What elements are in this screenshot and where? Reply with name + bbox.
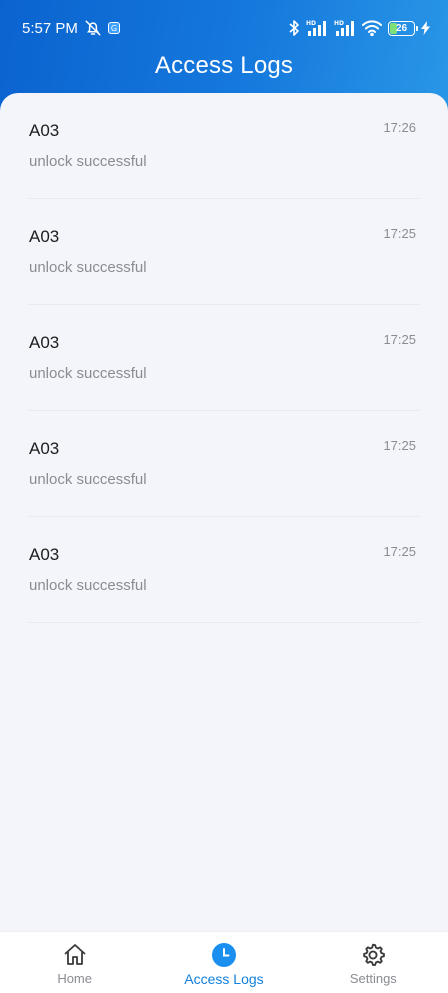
network-label-2: HD xyxy=(334,20,344,27)
tab-home-label: Home xyxy=(57,971,92,986)
log-time: 17:25 xyxy=(383,438,416,453)
log-time: 17:25 xyxy=(383,332,416,347)
gear-icon xyxy=(360,942,386,968)
log-time: 17:25 xyxy=(383,544,416,559)
tab-home[interactable]: Home xyxy=(0,932,149,993)
list-item[interactable]: A03 17:26 unlock successful xyxy=(29,93,419,199)
tab-access-logs-label: Access Logs xyxy=(184,971,264,987)
page-title: Access Logs xyxy=(154,52,294,79)
log-door: A03 xyxy=(29,333,60,352)
signal-2-icon: HD xyxy=(334,19,356,37)
charging-icon xyxy=(421,21,430,35)
home-icon xyxy=(62,942,88,968)
log-door: A03 xyxy=(29,439,60,458)
log-door: A03 xyxy=(29,545,60,564)
list-item[interactable]: A03 17:25 unlock successful xyxy=(29,305,419,411)
bluetooth-icon xyxy=(288,19,300,37)
access-log-list[interactable]: A03 17:26 unlock successful A03 17:25 un… xyxy=(0,93,448,931)
app-notification-icon: G xyxy=(107,22,120,34)
status-left: 5:57 PM G xyxy=(22,19,120,37)
tab-settings-label: Settings xyxy=(349,971,397,986)
log-time: 17:25 xyxy=(383,226,416,241)
tab-settings[interactable]: Settings xyxy=(299,932,448,993)
list-item[interactable]: A03 17:25 unlock successful xyxy=(29,199,419,305)
log-time: 17:26 xyxy=(383,120,416,135)
log-status: unlock successful xyxy=(29,471,147,488)
log-status: unlock successful xyxy=(29,577,147,594)
svg-text:G: G xyxy=(111,24,117,33)
status-time: 5:57 PM xyxy=(22,19,78,37)
bottom-tab-bar: Home Access Logs Settings xyxy=(0,931,448,993)
wifi-icon xyxy=(362,20,382,36)
battery-indicator: 26 xyxy=(388,20,418,36)
log-door: A03 xyxy=(29,227,60,246)
clock-icon xyxy=(211,942,237,968)
status-right: HD HD 26 xyxy=(288,19,430,37)
status-bar: 5:57 PM G HD HD 26 xyxy=(0,0,448,56)
log-status: unlock successful xyxy=(29,365,147,382)
list-item[interactable]: A03 17:25 unlock successful xyxy=(29,411,419,517)
muted-bell-icon xyxy=(84,19,102,37)
battery-level: 26 xyxy=(395,22,408,34)
log-status: unlock successful xyxy=(29,259,147,276)
list-item[interactable]: A03 17:25 unlock successful xyxy=(29,517,419,623)
tab-access-logs[interactable]: Access Logs xyxy=(149,932,298,993)
log-status: unlock successful xyxy=(29,153,147,170)
network-label-1: HD xyxy=(306,20,316,27)
log-door: A03 xyxy=(29,121,60,140)
signal-1-icon: HD xyxy=(306,19,328,37)
